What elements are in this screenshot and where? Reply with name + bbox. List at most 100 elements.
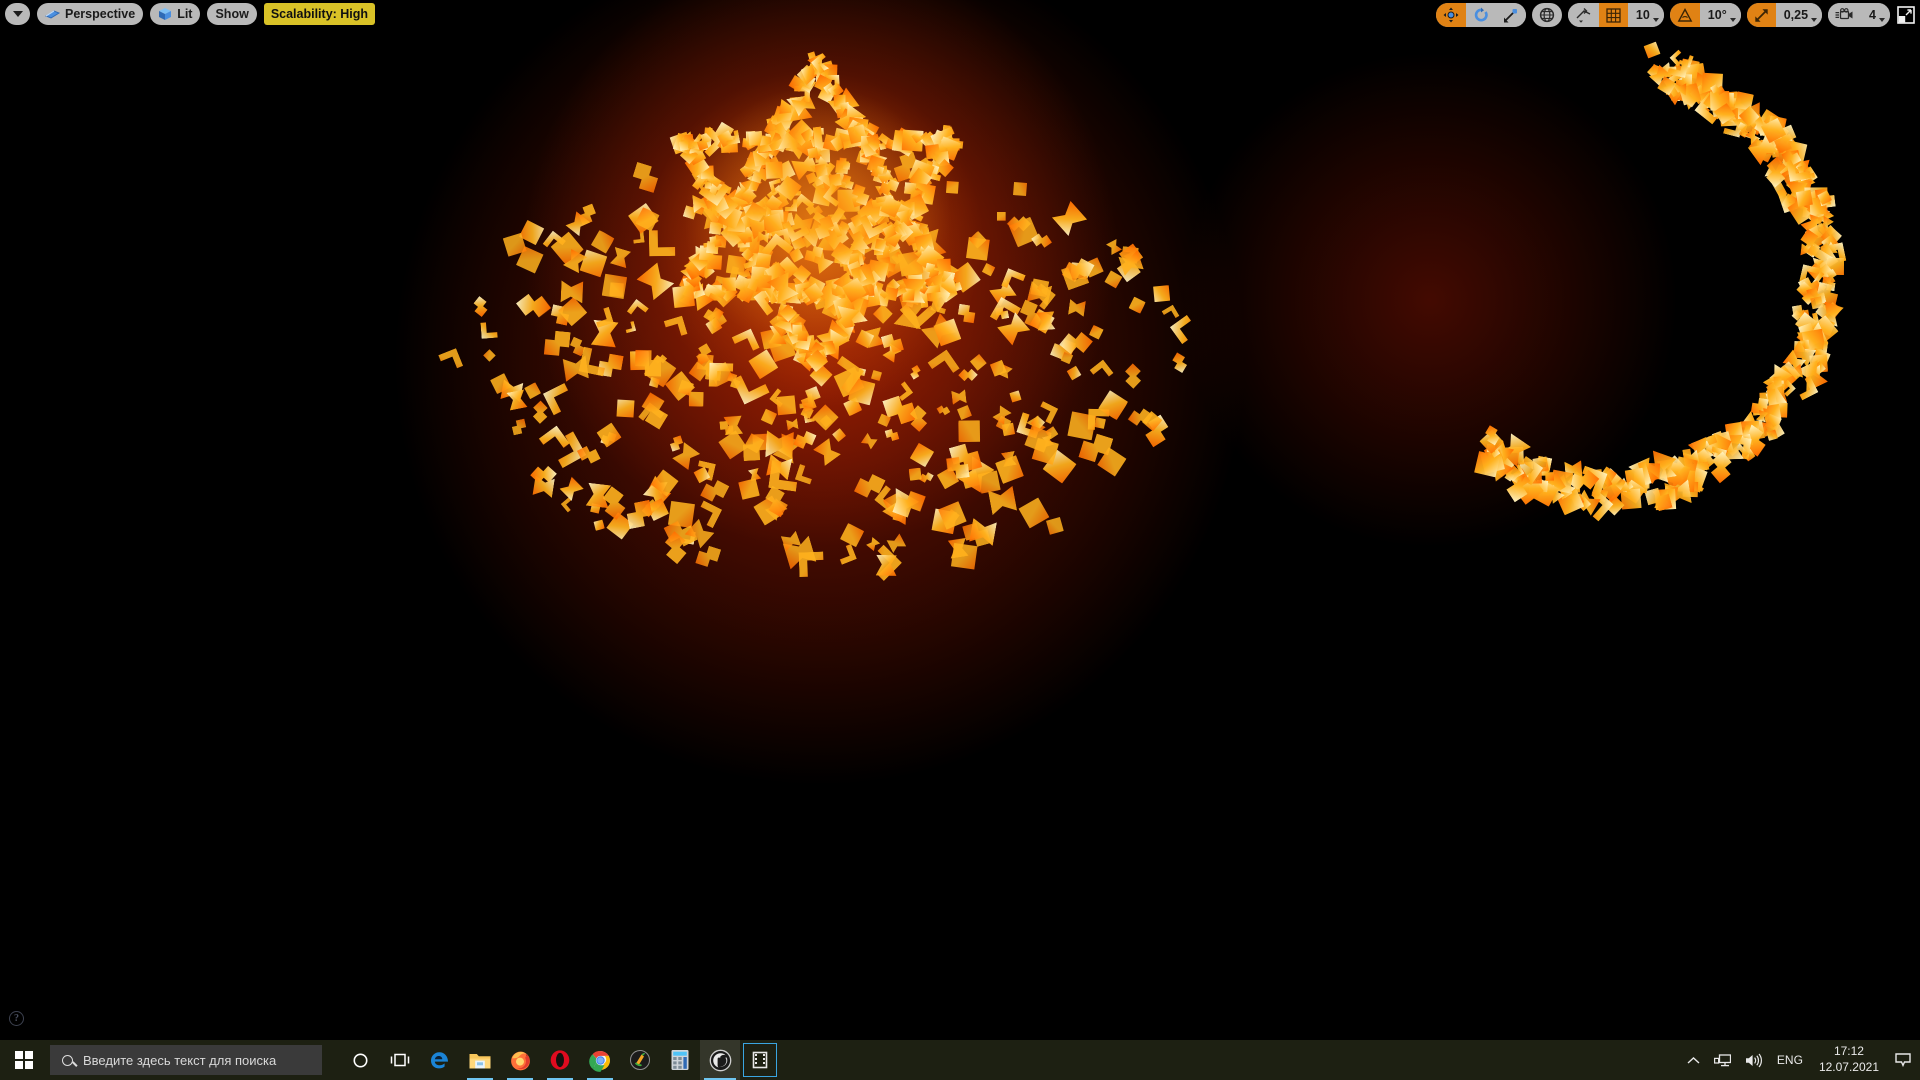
taskbar-item-task-view[interactable] <box>380 1040 420 1080</box>
scene-particle <box>846 121 875 150</box>
scene-particle <box>1794 188 1815 209</box>
tray-volume-button[interactable] <box>1738 1040 1770 1080</box>
translate-tool-button[interactable] <box>1435 3 1466 27</box>
taskbar-item-firefox[interactable] <box>500 1040 540 1080</box>
scene-particle <box>849 262 878 291</box>
scene-particle <box>1505 447 1524 466</box>
scene-particle <box>901 128 926 153</box>
taskbar-item-media-player[interactable] <box>740 1040 780 1080</box>
scale-snap-value-dropdown[interactable]: 0,25 <box>1775 3 1823 27</box>
scene-particle <box>1682 446 1709 473</box>
scene-particle <box>921 131 941 151</box>
scene-particle <box>741 163 757 179</box>
tray-overflow-button[interactable] <box>1680 1040 1707 1080</box>
taskbar-clock[interactable]: 17:12 12.07.2021 <box>1810 1040 1888 1080</box>
scene-particle <box>602 274 627 299</box>
maximize-viewport-button[interactable] <box>1896 5 1916 25</box>
taskbar-item-calculator[interactable] <box>660 1040 700 1080</box>
scene-particle <box>1007 214 1043 250</box>
start-button[interactable] <box>0 1040 48 1080</box>
scene-particle <box>598 352 624 378</box>
scene-particle <box>827 172 843 188</box>
scene-particle <box>811 290 830 309</box>
unreal-engine-icon <box>709 1049 731 1071</box>
scene-particle <box>806 147 819 160</box>
grid-snap-value-dropdown[interactable]: 10 <box>1627 3 1664 27</box>
scene-particle <box>913 221 929 237</box>
taskbar-item-cortana[interactable] <box>340 1040 380 1080</box>
scene-particle <box>803 411 815 423</box>
scene-particle <box>1031 437 1059 465</box>
scene-particle <box>768 288 781 301</box>
scene-particle <box>725 211 739 225</box>
scene-particle <box>1768 164 1803 199</box>
scene-particle <box>880 177 906 203</box>
scene-particle <box>820 222 850 252</box>
rotation-snap-toggle[interactable] <box>1669 3 1700 27</box>
taskbar-item-opera[interactable] <box>540 1040 580 1080</box>
scene-particle <box>998 364 1013 379</box>
grid-snap-icon <box>1606 7 1621 23</box>
camera-speed-value-dropdown[interactable]: 4 <box>1861 3 1890 27</box>
scene-particle <box>885 133 904 152</box>
scale-tool-button[interactable] <box>1495 3 1526 27</box>
help-question-icon[interactable]: ? <box>9 1011 24 1026</box>
scene-particle <box>1768 119 1790 141</box>
scene-particle <box>1596 473 1613 490</box>
scene-particle <box>903 182 923 202</box>
rotation-snap-value-dropdown[interactable]: 10° <box>1699 3 1741 27</box>
scalability-badge[interactable]: Scalability: High <box>263 3 376 25</box>
scene-particle <box>788 68 816 96</box>
scene-particle <box>995 415 1012 432</box>
taskbar-item-edge[interactable] <box>420 1040 460 1080</box>
rotate-tool-button[interactable] <box>1465 3 1496 27</box>
coordinate-system-button[interactable] <box>1531 3 1562 27</box>
scene-particle <box>880 215 913 248</box>
level-viewport[interactable]: ? <box>0 0 1920 1040</box>
scene-particle <box>1577 466 1608 497</box>
scene-particle <box>864 206 879 221</box>
notification-center-button[interactable] <box>1888 1040 1918 1080</box>
scene-particle <box>1027 281 1052 306</box>
scene-particle <box>549 431 586 468</box>
scene-particle <box>825 276 847 298</box>
scene-particle <box>1635 478 1651 494</box>
translate-gizmo-icon <box>1443 7 1459 23</box>
tray-language-button[interactable]: ENG <box>1770 1040 1810 1080</box>
scene-particle <box>1773 157 1798 182</box>
scene-particle <box>943 508 961 526</box>
viewport-options-menu[interactable] <box>5 3 30 25</box>
grid-snap-toggle[interactable] <box>1598 3 1628 27</box>
scene-particle <box>1710 82 1725 97</box>
scene-particle <box>882 393 917 428</box>
taskbar-item-fl-studio[interactable] <box>620 1040 660 1080</box>
taskbar-item-unreal-engine[interactable] <box>700 1040 740 1080</box>
scale-snap-toggle[interactable] <box>1746 3 1776 27</box>
grid-snap-value: 10 <box>1635 8 1650 22</box>
surface-snap-button[interactable] <box>1567 3 1599 27</box>
scene-particle <box>719 420 733 434</box>
scene-particle <box>692 193 712 213</box>
scene-particle <box>886 277 901 292</box>
scene-particle <box>750 260 769 279</box>
scene-particle <box>751 259 775 283</box>
taskbar-search-input[interactable]: Введите здесь текст для поиска <box>50 1045 322 1075</box>
camera-mode-button[interactable]: Perspective <box>37 3 144 25</box>
scene-particle <box>1097 389 1129 421</box>
tray-network-button[interactable] <box>1707 1040 1738 1080</box>
scene-particle <box>746 252 769 275</box>
camera-speed-button[interactable] <box>1828 3 1862 27</box>
scene-particle <box>856 197 888 229</box>
scene-particle <box>743 200 770 227</box>
scene-particle <box>867 137 883 153</box>
scene-particle <box>1749 116 1769 136</box>
scene-particle <box>757 130 780 153</box>
view-mode-button[interactable]: Lit <box>150 3 201 25</box>
scene-particle <box>576 204 598 226</box>
taskbar-item-chrome[interactable] <box>580 1040 620 1080</box>
show-menu-button[interactable]: Show <box>207 3 257 25</box>
scene-particle <box>1817 190 1833 206</box>
scene-particle <box>1793 175 1815 197</box>
taskbar-item-file-explorer[interactable] <box>460 1040 500 1080</box>
chevron-up-icon <box>1687 1056 1700 1064</box>
